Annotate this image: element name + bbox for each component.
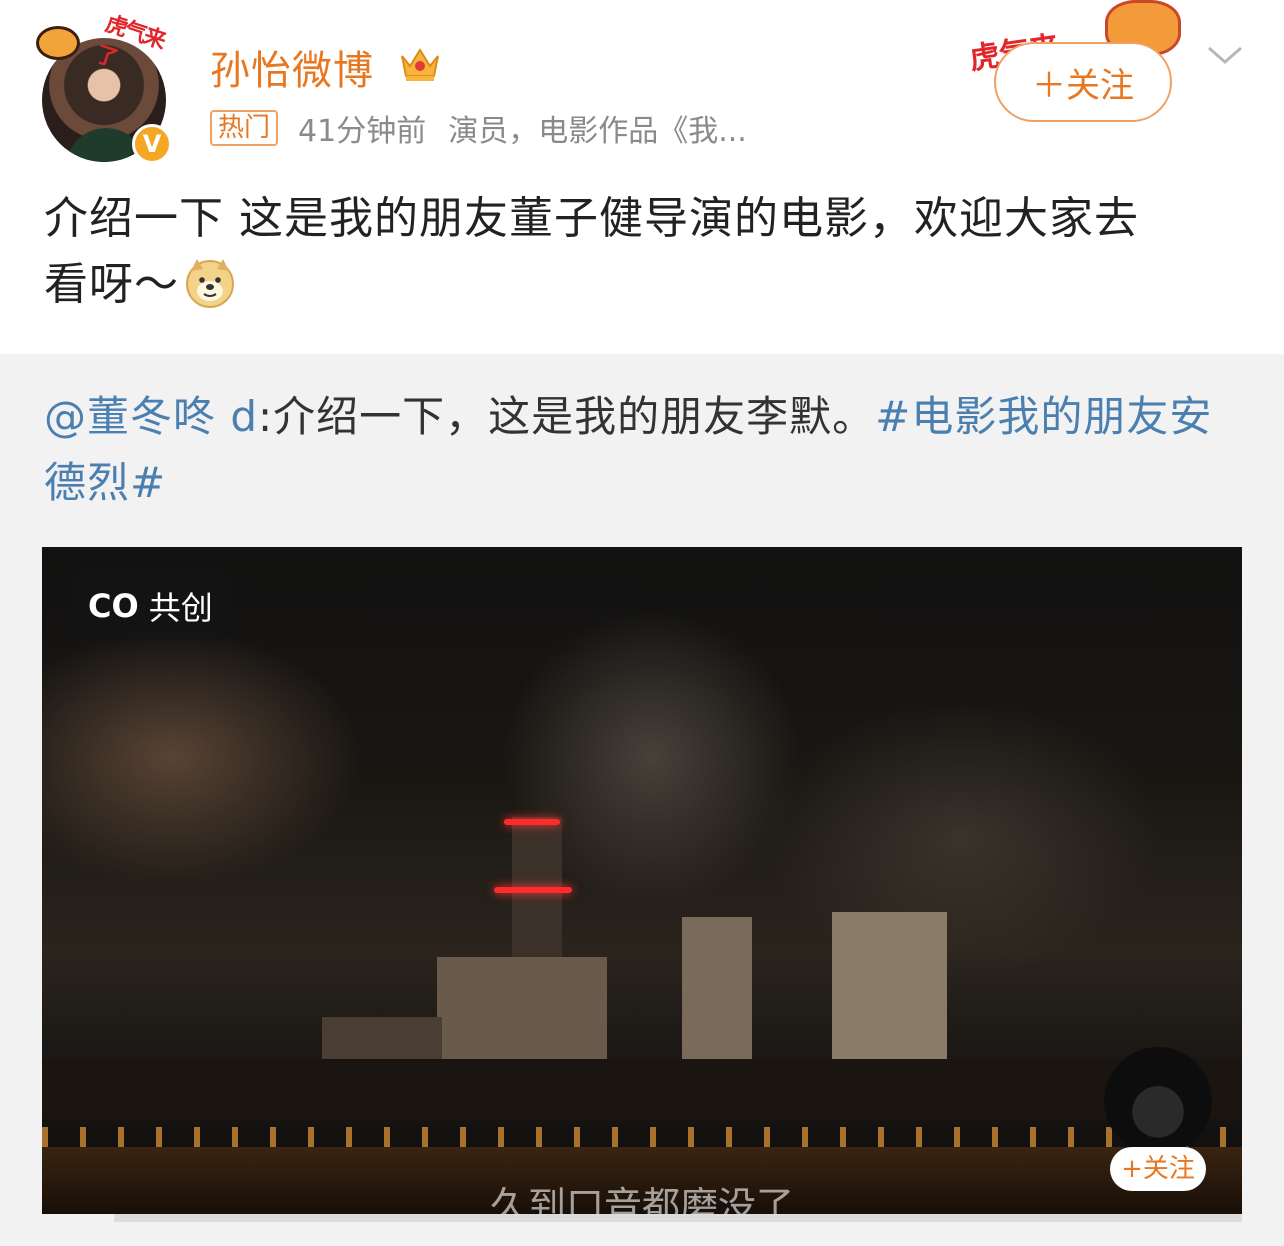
post-text-line-2-text: 看呀～	[44, 259, 179, 310]
mention-link[interactable]: @董冬咚 d	[44, 392, 258, 441]
doge-emoji-icon	[186, 259, 234, 308]
follow-button[interactable]: ＋关注	[994, 42, 1172, 122]
post-meta: 热门 41分钟前 演员，电影作品《我...	[210, 108, 747, 149]
video-bridge	[42, 1059, 1242, 1119]
crown-icon	[401, 48, 439, 81]
tiger-icon	[36, 26, 80, 60]
post-header: 虎气来了 V 孙怡微博 热门 41分钟前 演员，电影作品《我... 虎气来 ＋关…	[0, 0, 1284, 170]
author-avatar[interactable]: 虎气来了 V	[36, 10, 176, 164]
video-progress-fill	[42, 1214, 114, 1222]
co-create-badge[interactable]: CO 共创	[72, 571, 229, 641]
hashtag-link[interactable]: #电影我的朋友安	[875, 392, 1212, 441]
chevron-down-icon[interactable]	[1205, 40, 1245, 70]
video-building	[682, 917, 752, 1067]
post-text-line-2: 看呀～	[44, 252, 1244, 318]
repost-text: @董冬咚 d:介绍一下，这是我的朋友李默。#电影我的朋友安 德烈#	[44, 384, 1254, 516]
video-player[interactable]: CO 共创 久到口音都磨没了 +关注	[42, 547, 1242, 1222]
repost-body: :介绍一下，这是我的朋友李默。	[258, 392, 876, 441]
avatar-frame-decoration: 虎气来了	[36, 10, 176, 72]
video-smoke	[42, 627, 362, 887]
video-smoke	[762, 697, 1162, 977]
video-building	[832, 912, 947, 1067]
video-red-light	[494, 887, 572, 893]
video-follow-button[interactable]: +关注	[1110, 1147, 1206, 1191]
hot-badge: 热门	[210, 110, 279, 146]
co-icon: CO	[88, 587, 139, 625]
video-author-avatar[interactable]	[1104, 1047, 1212, 1155]
video-building	[437, 957, 607, 1067]
video-progress-bar[interactable]	[42, 1214, 1242, 1222]
co-create-label: 共创	[148, 589, 213, 627]
verified-icon: V	[132, 124, 172, 164]
post-text-line-1: 介绍一下 这是我的朋友董子健导演的电影，欢迎大家去	[44, 193, 1139, 244]
video-street-lights	[42, 1127, 1242, 1147]
video-red-light	[504, 819, 560, 825]
post-body: 介绍一下 这是我的朋友董子健导演的电影，欢迎大家去 看呀～	[44, 186, 1244, 318]
post-time: 41分钟前	[298, 114, 427, 149]
author-bio: 演员，电影作品《我...	[448, 114, 747, 149]
hashtag-link-continued[interactable]: 德烈#	[44, 458, 166, 507]
repost-card[interactable]: @董冬咚 d:介绍一下，这是我的朋友李默。#电影我的朋友安 德烈# CO 共创 …	[0, 354, 1284, 1246]
author-name[interactable]: 孙怡微博	[210, 38, 374, 96]
